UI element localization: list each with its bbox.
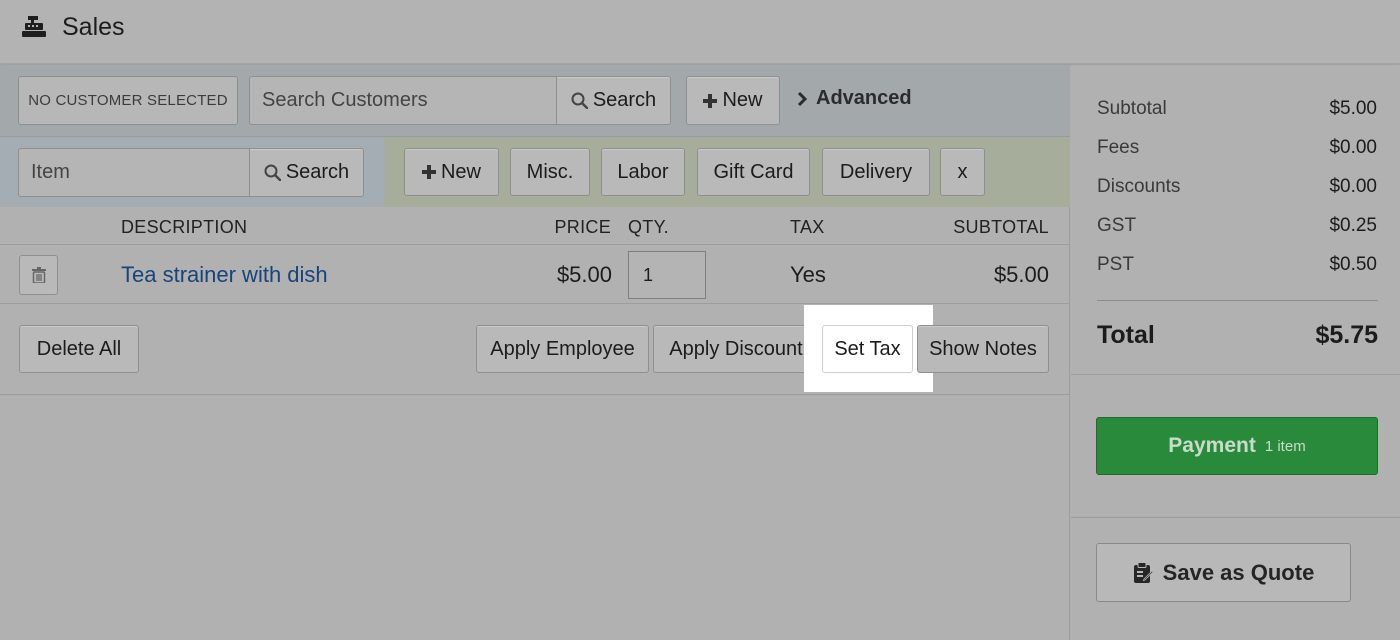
- item-description-link[interactable]: Tea strainer with dish: [121, 262, 328, 288]
- summary-fees: Fees $0.00: [1097, 137, 1377, 159]
- payment-count: 1 item: [1264, 437, 1306, 455]
- item-search-input[interactable]: [18, 148, 250, 197]
- subtotal-value: $5.00: [1329, 98, 1377, 119]
- discounts-value: $0.00: [1329, 176, 1377, 197]
- new-item-button[interactable]: New: [404, 148, 499, 196]
- apply-employee-button[interactable]: Apply Employee: [476, 325, 649, 373]
- discounts-label: Discounts: [1097, 176, 1181, 197]
- subtotal-label: Subtotal: [1097, 98, 1167, 119]
- quick-add-bar: New Misc. Labor Gift Card Delivery x: [384, 137, 1070, 207]
- payment-button[interactable]: Payment 1 item: [1096, 417, 1378, 475]
- summary-gst: GST $0.25: [1097, 215, 1377, 237]
- pst-label: PST: [1097, 254, 1134, 275]
- line-items-header: DESCRIPTION PRICE QTY. TAX SUBTOTAL: [0, 207, 1070, 245]
- summary-pst: PST $0.50: [1097, 254, 1377, 276]
- plus-icon: [703, 93, 718, 108]
- customer-selector[interactable]: NO CUSTOMER SELECTED: [18, 76, 238, 125]
- cash-register-icon: [22, 16, 46, 37]
- apply-discount-button[interactable]: Apply Discount: [653, 325, 819, 373]
- clipboard-icon: [1133, 561, 1153, 583]
- advanced-label: Advanced: [816, 87, 912, 109]
- pst-value: $0.50: [1329, 254, 1377, 275]
- save-as-quote-button[interactable]: Save as Quote: [1096, 543, 1351, 602]
- top-bar: Sales: [0, 0, 1400, 64]
- gift-card-button[interactable]: Gift Card: [697, 148, 810, 196]
- chevron-right-icon: [797, 91, 808, 106]
- item-search-label: Search: [285, 161, 350, 183]
- col-description: DESCRIPTION: [121, 217, 248, 237]
- delivery-button[interactable]: Delivery: [822, 148, 930, 196]
- total-label: Total: [1097, 321, 1155, 349]
- item-subtotal: $5.00: [993, 262, 1049, 287]
- customer-bar: NO CUSTOMER SELECTED Search New Advanced: [0, 65, 1070, 137]
- summary-total: Total $5.75: [1097, 321, 1378, 350]
- gst-value: $0.25: [1329, 215, 1377, 236]
- fees-label: Fees: [1097, 137, 1140, 158]
- customer-search-input[interactable]: [249, 76, 557, 125]
- new-customer-label: New: [722, 89, 763, 111]
- misc-button[interactable]: Misc.: [510, 148, 590, 196]
- table-row: Tea strainer with dish $5.00 Yes $5.00: [0, 246, 1070, 304]
- search-icon: [264, 164, 281, 181]
- labor-button[interactable]: Labor: [601, 148, 685, 196]
- total-value: $5.75: [1315, 321, 1378, 349]
- delete-all-button[interactable]: Delete All: [19, 325, 139, 373]
- col-qty: QTY.: [628, 217, 669, 237]
- set-tax-button[interactable]: Set Tax: [822, 325, 913, 373]
- summary-discounts: Discounts $0.00: [1097, 176, 1377, 198]
- advanced-link[interactable]: Advanced: [797, 87, 912, 110]
- show-notes-button[interactable]: Show Notes: [917, 325, 1049, 373]
- plus-icon: [421, 165, 436, 179]
- sale-panel: NO CUSTOMER SELECTED Search New Advanced…: [0, 65, 1070, 640]
- item-search-bar: Search: [0, 137, 384, 207]
- item-search-button[interactable]: Search: [249, 148, 364, 197]
- col-subtotal: SUBTOTAL: [953, 217, 1049, 237]
- save-as-quote-label: Save as Quote: [1162, 559, 1315, 585]
- gst-label: GST: [1097, 215, 1137, 236]
- page-title: Sales: [62, 13, 125, 41]
- item-price: $5.00: [556, 262, 612, 287]
- new-customer-button[interactable]: New: [686, 76, 780, 125]
- customer-search-button[interactable]: Search: [556, 76, 671, 125]
- item-qty-input[interactable]: [628, 251, 706, 299]
- sidebar-divider: [1071, 374, 1400, 375]
- close-quick-add-button[interactable]: x: [940, 148, 985, 196]
- line-actions-bar: Delete All Apply Employee Apply Discount…: [0, 305, 1070, 395]
- trash-icon: [31, 267, 46, 283]
- delete-line-button[interactable]: [19, 255, 58, 295]
- payment-label: Payment: [1168, 434, 1256, 457]
- search-icon: [571, 92, 588, 109]
- summary-divider: [1097, 300, 1378, 301]
- summary-subtotal: Subtotal $5.00: [1097, 98, 1377, 120]
- col-tax: TAX: [790, 217, 825, 237]
- col-price: PRICE: [554, 217, 611, 237]
- fees-value: $0.00: [1329, 137, 1377, 158]
- new-item-label: New: [440, 160, 481, 183]
- totals-sidebar: Subtotal $5.00 Fees $0.00 Discounts $0.0…: [1071, 65, 1400, 640]
- sidebar-divider: [1071, 517, 1400, 518]
- customer-search-label: Search: [592, 89, 657, 111]
- item-tax: Yes: [790, 262, 826, 287]
